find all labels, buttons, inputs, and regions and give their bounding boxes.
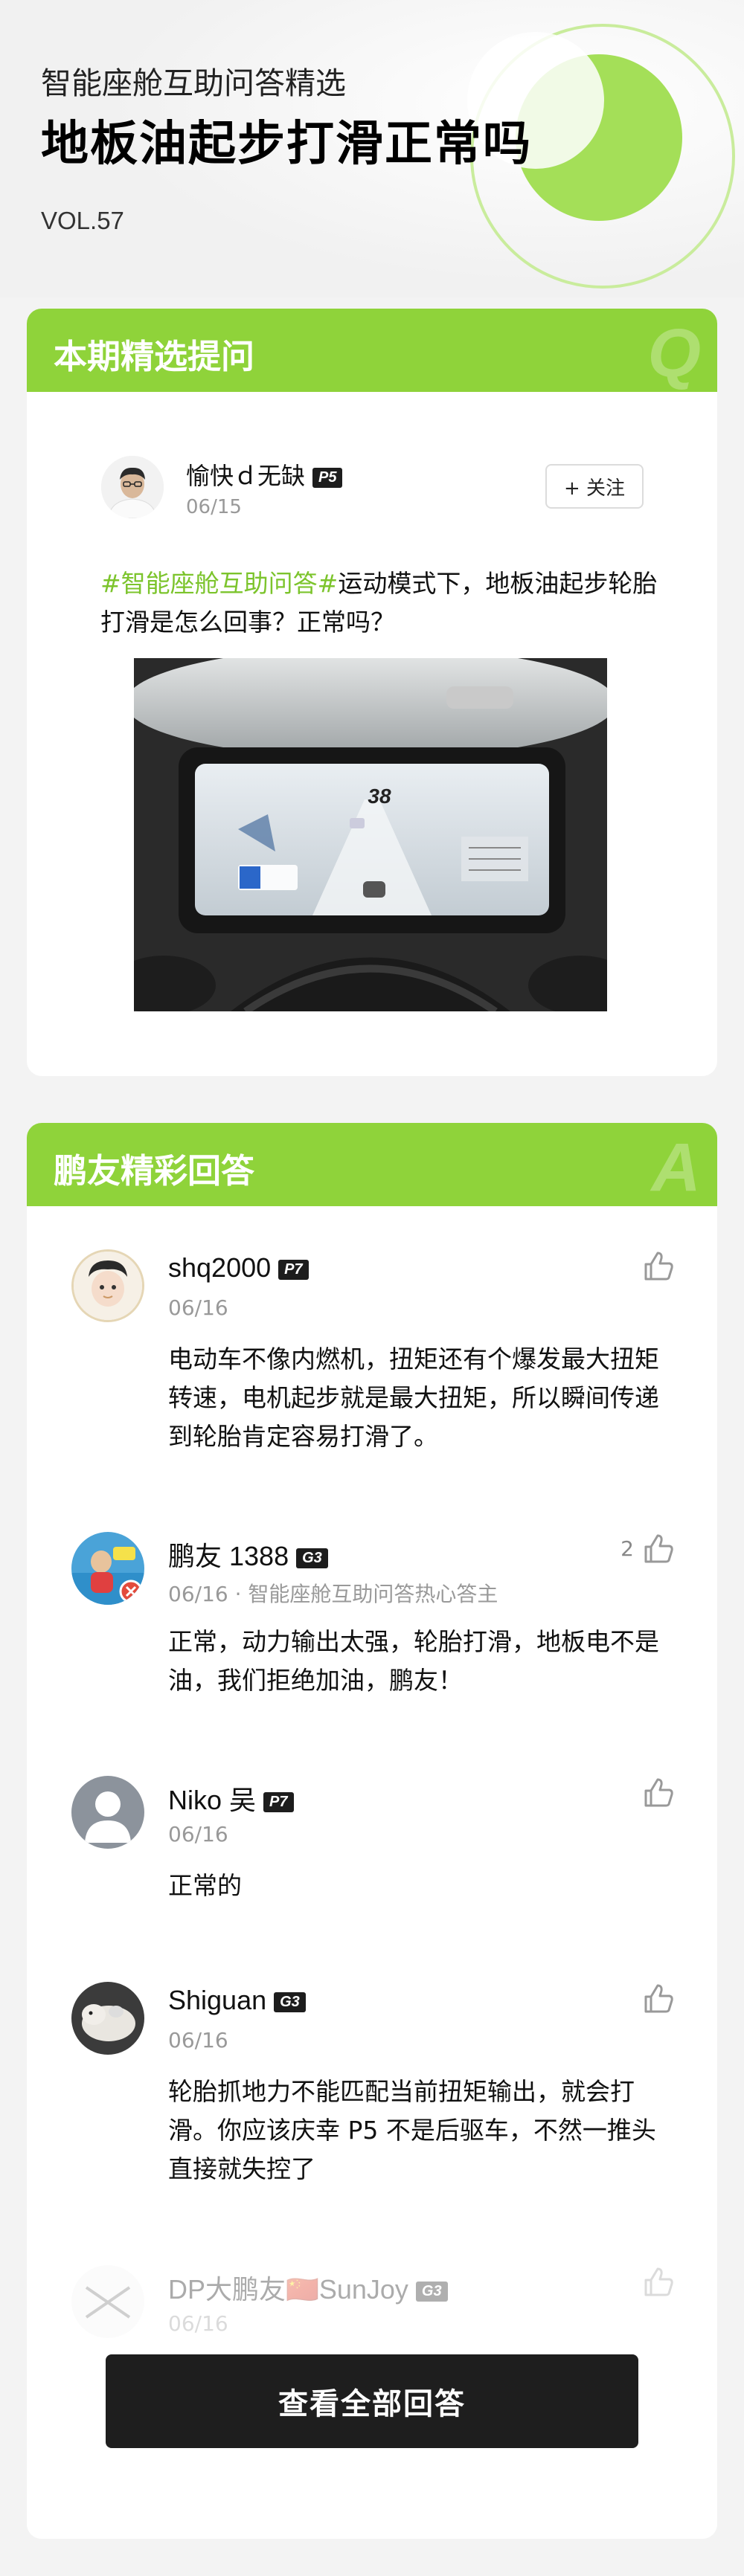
question-user-name: 愉快ｄ无缺 [186,462,306,490]
answers-section-title: 鹏友精彩回答 [54,1151,255,1191]
avatar-image [71,2265,144,2338]
answer-user[interactable]: Niko 吴 P7 [168,1779,294,1817]
level-badge: P5 [312,467,343,488]
question-date: 06/15 [186,496,242,518]
avatar[interactable] [71,1982,144,2055]
level-badge: G3 [274,1991,306,2012]
question-user[interactable]: 愉快ｄ无缺 P5 [186,457,343,492]
like-count: 2 [620,1536,634,1561]
header: 智能座舱互助问答精选 地板油起步打滑正常吗 VOL.57 [0,0,744,297]
avatar-image [71,1982,144,2055]
avatar-image [74,1252,142,1320]
follow-button[interactable]: + 关注 [545,464,644,509]
avatar-image [71,1532,144,1605]
answer-date: 06/16 [168,2028,228,2052]
answer-item: Niko 吴 P7 06/16 正常的 [27,1776,717,1932]
dashboard-photo: 38 [134,658,607,1011]
dashboard-speed: 38 [368,785,391,808]
view-all-answers-button[interactable]: 查看全部回答 [106,2354,638,2448]
answer-date: 06/16 [168,1822,228,1846]
answer-item: shq2000 P7 06/16 电动车不像内燃机，扭矩还有个爆发最大扭矩转速，电… [27,1249,717,1472]
answer-text: 电动车不像内燃机，扭矩还有个爆发最大扭矩转速，电机起步就是最大扭矩，所以瞬间传递… [168,1345,659,1451]
q-mark: Q [647,315,701,391]
answer-user[interactable]: Shiguan G3 [168,1985,306,2016]
thumbs-up-icon[interactable] [641,1776,676,1810]
thumbs-up-icon[interactable] [641,1532,676,1566]
answers-card: 鹏友精彩回答 A shq2000 P7 06/16 电动车不像内燃机，扭矩还有个爆… [27,1123,717,2539]
thumbs-up-icon[interactable] [641,2265,676,2299]
answer-text: 正常，动力输出太强，轮胎打滑，地板电不是油，我们拒绝加油，鹏友！ [168,1627,659,1695]
answer-item: 鹏友 1388 G3 06/16 · 智能座舱互助问答热心答主 2 正常，动力输出… [27,1532,717,1725]
level-badge: P7 [278,1259,309,1280]
question-image[interactable]: 38 [134,658,607,1011]
answer-user-name: Niko 吴 [168,1785,257,1815]
user-avatar-image [101,456,164,518]
answer-user-name: DP大鹏友🇨🇳SunJoy [168,2274,408,2305]
avatar[interactable] [71,2265,144,2338]
avatar[interactable] [71,1249,144,1322]
question-text: #智能座舱互助问答#运动模式下，地板油起步轮胎打滑是怎么回事？正常吗？ [100,564,666,642]
avatar[interactable] [71,1776,144,1849]
level-badge: G3 [415,2281,448,2302]
thumbs-up-icon[interactable] [641,1982,676,2016]
answer-user-name: shq2000 [168,1252,272,1283]
question-card-header: 本期精选提问 Q [27,309,717,392]
a-mark: A [651,1130,701,1205]
avatar[interactable] [101,456,164,518]
answer-date: 06/16 [168,2311,228,2336]
answers-card-header: 鹏友精彩回答 A [27,1123,717,1206]
header-subtitle: 智能座舱互助问答精选 [41,65,346,101]
question-section-title: 本期精选提问 [54,337,255,376]
answer-text: 正常的 [168,1871,242,1900]
avatar[interactable] [71,1532,144,1605]
answer-user[interactable]: DP大鹏友🇨🇳SunJoy G3 [168,2268,448,2307]
volume-label: VOL.57 [41,207,124,234]
topic-tag[interactable]: #智能座舱互助问答# [100,569,338,598]
default-avatar-icon [71,1776,144,1849]
level-badge: G3 [296,1548,328,1568]
answer-user-name: Shiguan [168,1985,267,2015]
answer-user[interactable]: 鹏友 1388 G3 [168,1535,328,1574]
answer-user[interactable]: shq2000 P7 [168,1252,309,1284]
thumbs-up-icon[interactable] [641,1249,676,1284]
page-title: 地板油起步打滑正常吗 [41,117,532,172]
answer-date: 06/16 [168,1295,228,1320]
answer-meta: 06/16 · 智能座舱互助问答热心答主 [168,1582,498,1606]
level-badge: P7 [263,1791,294,1812]
answer-item: Shiguan G3 06/16 轮胎抓地力不能匹配当前扭矩输出，就会打滑。你应该… [27,1982,717,2205]
answer-user-name: 鹏友 1388 [168,1541,289,1571]
question-card: 本期精选提问 Q 愉快ｄ无缺 P5 06/15 + 关注 #智能座舱互助问答#运动… [27,309,717,1076]
answer-text: 轮胎抓地力不能匹配当前扭矩输出，就会打滑。你应该庆幸 P5 不是后驱车，不然一推… [168,2077,656,2183]
